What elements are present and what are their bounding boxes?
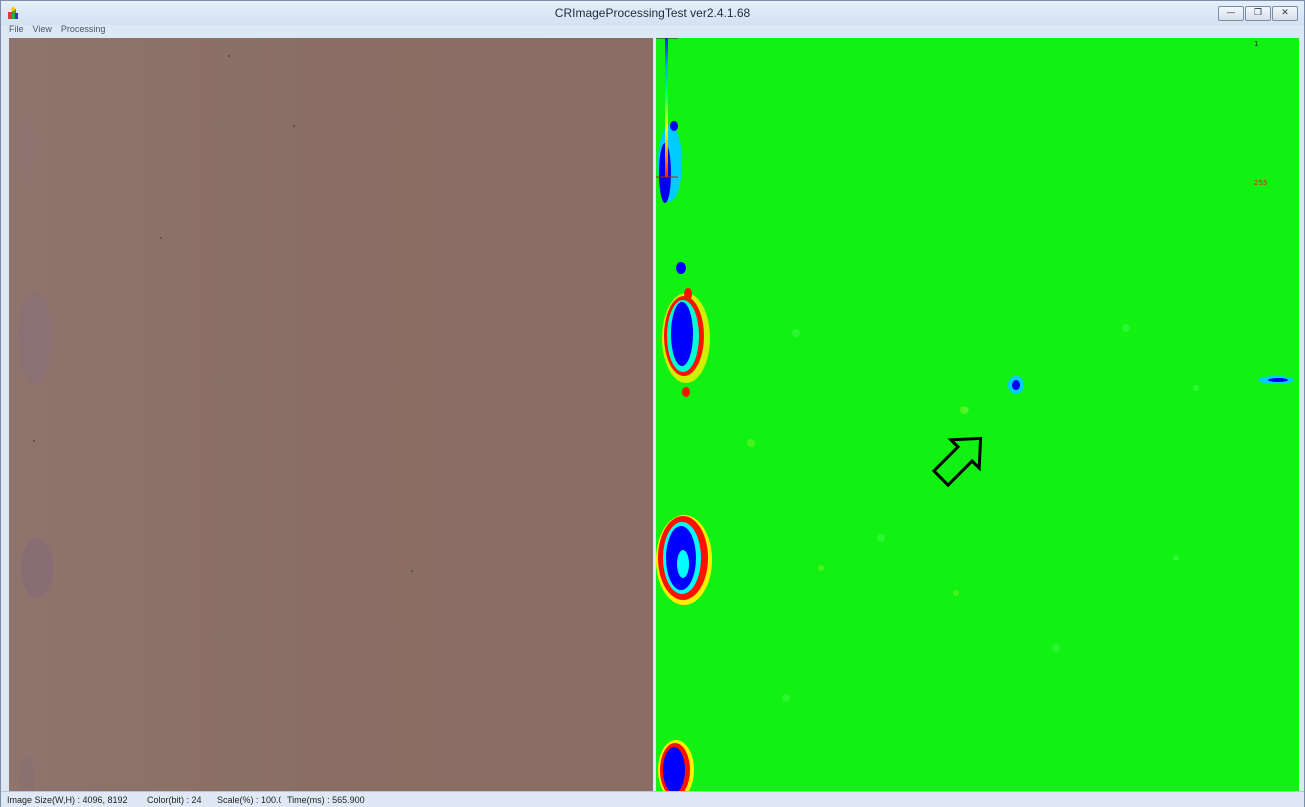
defect-blob xyxy=(656,515,712,605)
restore-button[interactable]: ❐ xyxy=(1245,6,1271,21)
status-color-bit: Color(bit) : 24 xyxy=(147,794,202,805)
status-scale: Scale(%) : 100.0 xyxy=(217,794,281,805)
color-scale-min-label: 255 xyxy=(1254,179,1268,187)
menu-processing[interactable]: Processing xyxy=(57,23,110,37)
window-controls: — ❐ ✕ xyxy=(1218,6,1298,21)
colormap-image xyxy=(656,38,1299,791)
title-bar[interactable]: CRImageProcessingTest ver2.4.1.68 — ❐ ✕ xyxy=(1,1,1304,25)
minimize-button[interactable]: — xyxy=(1218,6,1244,21)
original-image-view[interactable] xyxy=(9,38,653,791)
status-image-size: Image Size(W,H) : 4096, 8192 xyxy=(7,794,128,805)
color-scale-max-label: 1 xyxy=(1254,40,1259,48)
color-scale-bar xyxy=(656,38,678,178)
menu-file[interactable]: File xyxy=(5,23,28,37)
menu-bar: File View Processing xyxy=(1,23,1304,37)
colormap-image-view[interactable]: 1 255 xyxy=(656,38,1299,791)
menu-view[interactable]: View xyxy=(29,23,56,37)
app-window: CRImageProcessingTest ver2.4.1.68 — ❐ ✕ … xyxy=(0,0,1305,807)
status-time: Time(ms) : 565.900 xyxy=(287,794,365,805)
window-title: CRImageProcessingTest ver2.4.1.68 xyxy=(554,6,751,20)
close-button[interactable]: ✕ xyxy=(1272,6,1298,21)
defect-streak xyxy=(1258,376,1294,384)
defect-dot xyxy=(1008,376,1024,394)
original-image-texture xyxy=(9,38,653,791)
status-bar: Image Size(W,H) : 4096, 8192 Color(bit) … xyxy=(1,791,1304,807)
